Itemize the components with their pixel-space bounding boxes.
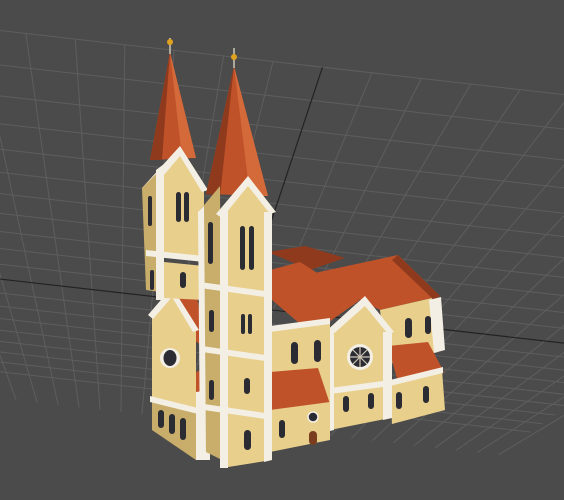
left-arch-3	[180, 418, 186, 440]
porch-door	[309, 431, 317, 445]
nave-window-2	[314, 340, 321, 362]
back-spire-finial	[167, 39, 173, 45]
front-tower-side-window-3	[209, 380, 214, 400]
porch-oculus	[307, 411, 319, 423]
east-window-1	[405, 318, 412, 338]
front-tower-right-edge	[264, 212, 272, 462]
front-tower-side-window-2	[209, 310, 214, 332]
3d-viewport[interactable]	[0, 0, 564, 500]
nave-window-1	[291, 342, 298, 364]
transept-window-1	[343, 396, 349, 412]
rose-window-right-tracery	[350, 347, 370, 367]
rose-window-left-inner	[163, 350, 177, 366]
front-tower-mid-window-2	[248, 314, 252, 334]
front-tower-left-edge	[220, 210, 228, 468]
front-tower-mid-window-1	[241, 314, 245, 334]
right-wing-window-1	[396, 392, 402, 409]
back-tower-belfry-window-2	[184, 192, 189, 222]
back-tower-side-lower-window	[150, 270, 154, 290]
front-tower-belfry-window-2	[249, 226, 254, 270]
transept-right-pilaster	[383, 332, 392, 420]
back-tower-edge	[156, 164, 164, 300]
back-tower-side-window	[148, 196, 152, 226]
back-tower-belfry-window-1	[176, 192, 181, 222]
transept-window-2	[368, 393, 374, 409]
front-spire-finial	[231, 54, 237, 60]
front-tower-base-window	[244, 430, 251, 450]
viewport-canvas[interactable]	[0, 0, 564, 500]
porch-window	[279, 420, 285, 438]
front-tower-belfry-window-1	[240, 226, 245, 270]
front-tower-side-window-1	[208, 222, 213, 264]
front-tower-lower-window	[244, 378, 250, 394]
left-arch-2	[169, 414, 175, 434]
right-wing-window-2	[423, 386, 429, 403]
east-window-2	[425, 316, 431, 334]
left-arch-1	[158, 410, 164, 428]
back-tower-lower-window	[180, 272, 186, 288]
